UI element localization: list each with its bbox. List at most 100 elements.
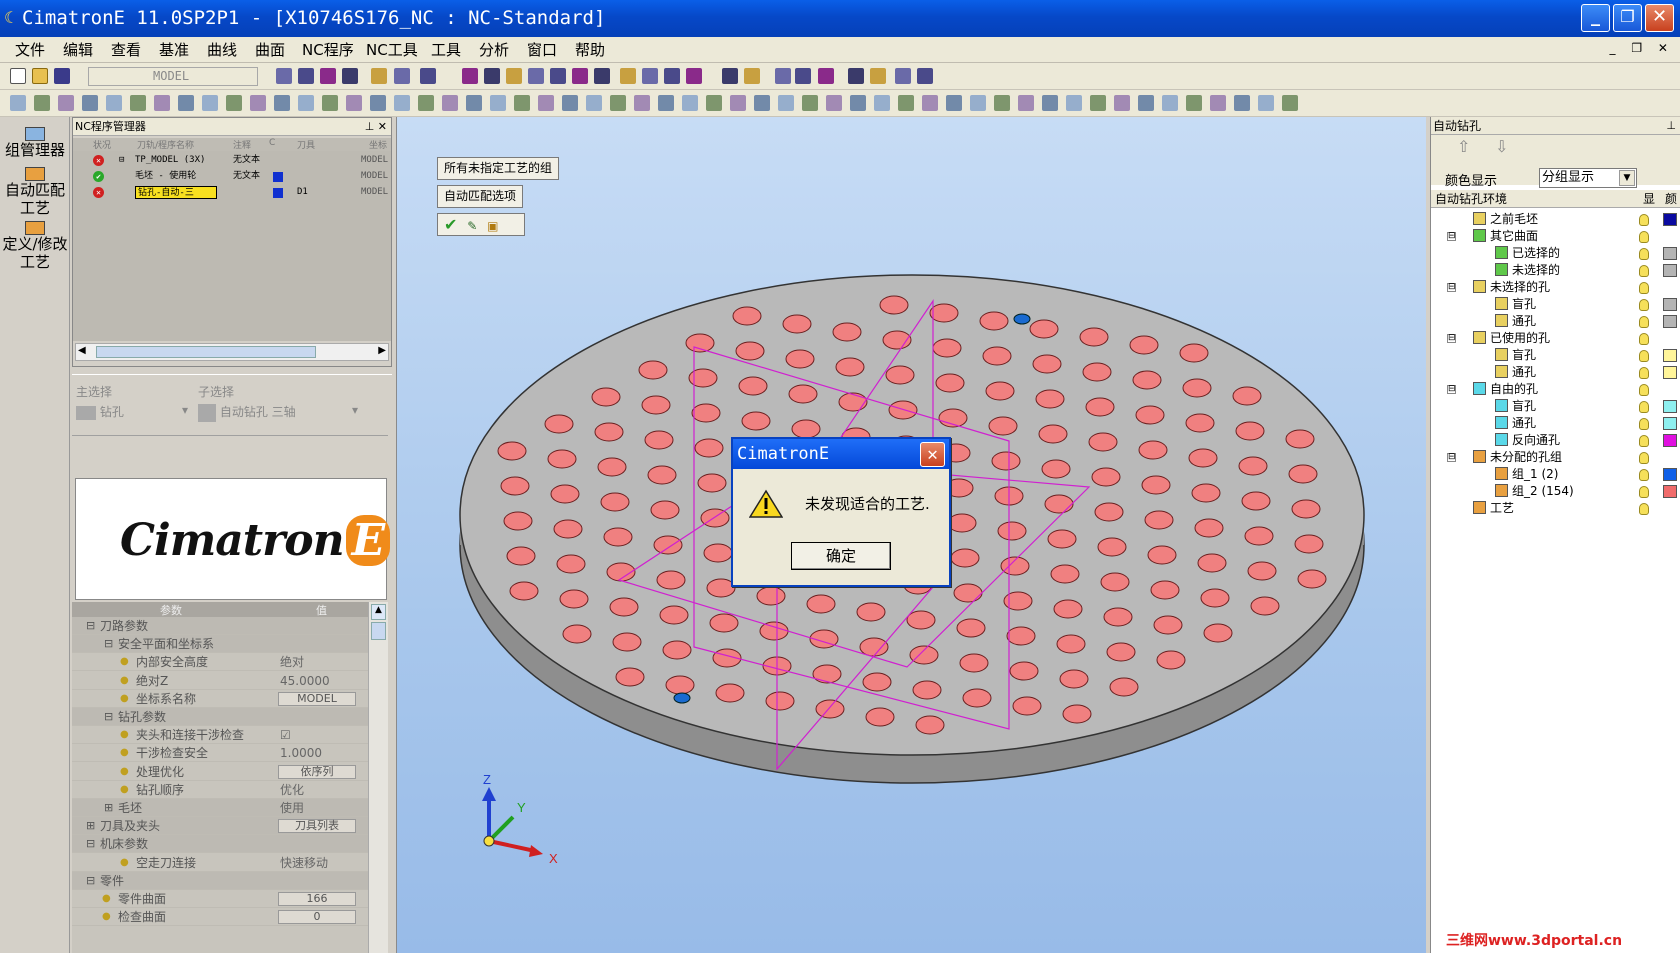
drill-hole[interactable] [759,621,789,641]
tree-node[interactable]: 之前毛坯 [1473,211,1538,228]
drill-hole[interactable] [550,484,580,504]
drill-hole[interactable] [509,581,539,601]
color-swatch[interactable] [1663,434,1677,447]
toolbar-button-icon[interactable] [490,95,506,111]
drill-hole[interactable] [1006,626,1036,646]
color-swatch[interactable] [1663,485,1677,498]
drill-hole[interactable] [950,548,980,568]
drill-hole[interactable] [985,381,1015,401]
drill-hole[interactable] [1288,464,1318,484]
drill-hole[interactable] [756,586,786,606]
drill-hole[interactable] [665,675,695,695]
check-icon[interactable]: ✔ [444,215,457,234]
drill-hole[interactable] [700,508,730,528]
drill-hole[interactable] [694,438,724,458]
auto-match-options-button[interactable]: 自动匹配选项 [437,185,524,208]
param-value[interactable]: 刀具列表 [278,819,356,834]
save-icon[interactable] [54,68,70,84]
drill-hole[interactable] [806,594,836,614]
drill-hole[interactable] [503,511,533,531]
drill-hole[interactable] [497,441,527,461]
tree-node[interactable]: 盲孔 [1495,347,1536,364]
toolbar-button-icon[interactable] [658,95,674,111]
tree-node[interactable]: 通孔 [1495,364,1536,381]
drill-hole[interactable] [1182,378,1212,398]
drill-hole[interactable] [1235,421,1265,441]
toolbar-button-icon[interactable] [130,95,146,111]
drill-hole[interactable] [556,554,586,574]
toolbar-button-icon[interactable] [620,68,636,84]
drill-hole[interactable] [956,618,986,638]
scroll-left-icon[interactable]: ◀ [78,345,86,356]
menu-file[interactable]: 文件 [15,40,45,60]
menu-datum[interactable]: 基准 [159,40,189,60]
param-expander[interactable]: ⊟ [86,617,95,635]
drill-hole[interactable] [935,373,965,393]
drill-hole[interactable] [1012,696,1042,716]
param-group-row[interactable]: ⊟ 安全平面和坐标系 [72,635,368,654]
toolbar-button-icon[interactable] [550,68,566,84]
drill-hole[interactable] [1132,370,1162,390]
tree-node[interactable]: 未选择的 [1495,262,1560,279]
tree-node[interactable]: 组_2 (154) [1495,483,1574,500]
visibility-bulb-icon[interactable] [1639,418,1649,430]
color-swatch[interactable] [1663,213,1677,226]
model-combo[interactable]: MODEL [88,67,258,86]
toolbar-button-icon[interactable] [371,68,387,84]
drill-hole[interactable] [656,570,686,590]
param-value[interactable]: ☑ [280,726,291,744]
drill-hole[interactable] [703,543,733,563]
nav-define-process[interactable]: 定义/修改工艺 [2,221,68,271]
scroll-thumb[interactable] [96,346,316,358]
blind-hole[interactable] [673,692,691,704]
toolbar-button-icon[interactable] [682,95,698,111]
param-value[interactable]: 使用 [280,799,304,817]
toolbar-button-icon[interactable] [484,68,500,84]
drill-hole[interactable] [791,419,821,439]
color-swatch[interactable] [1663,468,1677,481]
drill-hole[interactable] [862,672,892,692]
drill-hole[interactable] [591,387,621,407]
tree-node[interactable]: 其它曲面 [1473,228,1538,245]
tree-node[interactable]: 组_1 (2) [1495,466,1558,483]
drill-hole[interactable] [562,624,592,644]
drill-hole[interactable] [1103,607,1133,627]
drill-hole[interactable] [1197,553,1227,573]
drill-hole[interactable] [1241,491,1271,511]
menu-window[interactable]: 窗口 [527,40,557,60]
drill-hole[interactable] [1088,432,1118,452]
drill-hole[interactable] [962,688,992,708]
menu-edit[interactable]: 编辑 [63,40,93,60]
param-expander[interactable]: ⊟ [104,708,113,726]
toolbar-button-icon[interactable] [202,95,218,111]
dialog-ok-button[interactable]: 确定 [791,542,891,570]
tree-expander[interactable]: ⊟ [1447,453,1456,462]
tree-expander[interactable]: ⊟ [1447,283,1456,292]
param-value[interactable]: 快速移动 [280,854,328,872]
drill-hole[interactable] [691,403,721,423]
toolbar-button-icon[interactable] [874,95,890,111]
drill-hole[interactable] [1009,661,1039,681]
visibility-bulb-icon[interactable] [1639,299,1649,311]
drill-hole[interactable] [906,610,936,630]
color-swatch[interactable] [1663,315,1677,328]
color-display-select[interactable]: 分组显示 ▼ [1539,168,1637,188]
drill-hole[interactable] [765,691,795,711]
visibility-bulb-icon[interactable] [1639,248,1649,260]
toolbar-button-icon[interactable] [506,68,522,84]
color-swatch[interactable] [1663,349,1677,362]
drill-hole[interactable] [932,338,962,358]
drill-hole[interactable] [1106,642,1136,662]
drill-hole[interactable] [1285,429,1315,449]
scroll-right-icon[interactable]: ▶ [378,345,386,356]
header-name[interactable]: 刀轨/程序名称 [137,138,194,151]
param-expander[interactable]: ⊟ [86,872,95,890]
drill-hole[interactable] [1109,677,1139,697]
param-value[interactable]: 优化 [280,781,304,799]
drill-hole[interactable] [659,605,689,625]
toolbar-button-icon[interactable] [586,95,602,111]
toolbar-button-icon[interactable] [34,95,50,111]
param-row[interactable]: ● 零件曲面 166 [72,890,368,908]
toolbar-button-icon[interactable] [298,68,314,84]
color-swatch[interactable] [1663,417,1677,430]
